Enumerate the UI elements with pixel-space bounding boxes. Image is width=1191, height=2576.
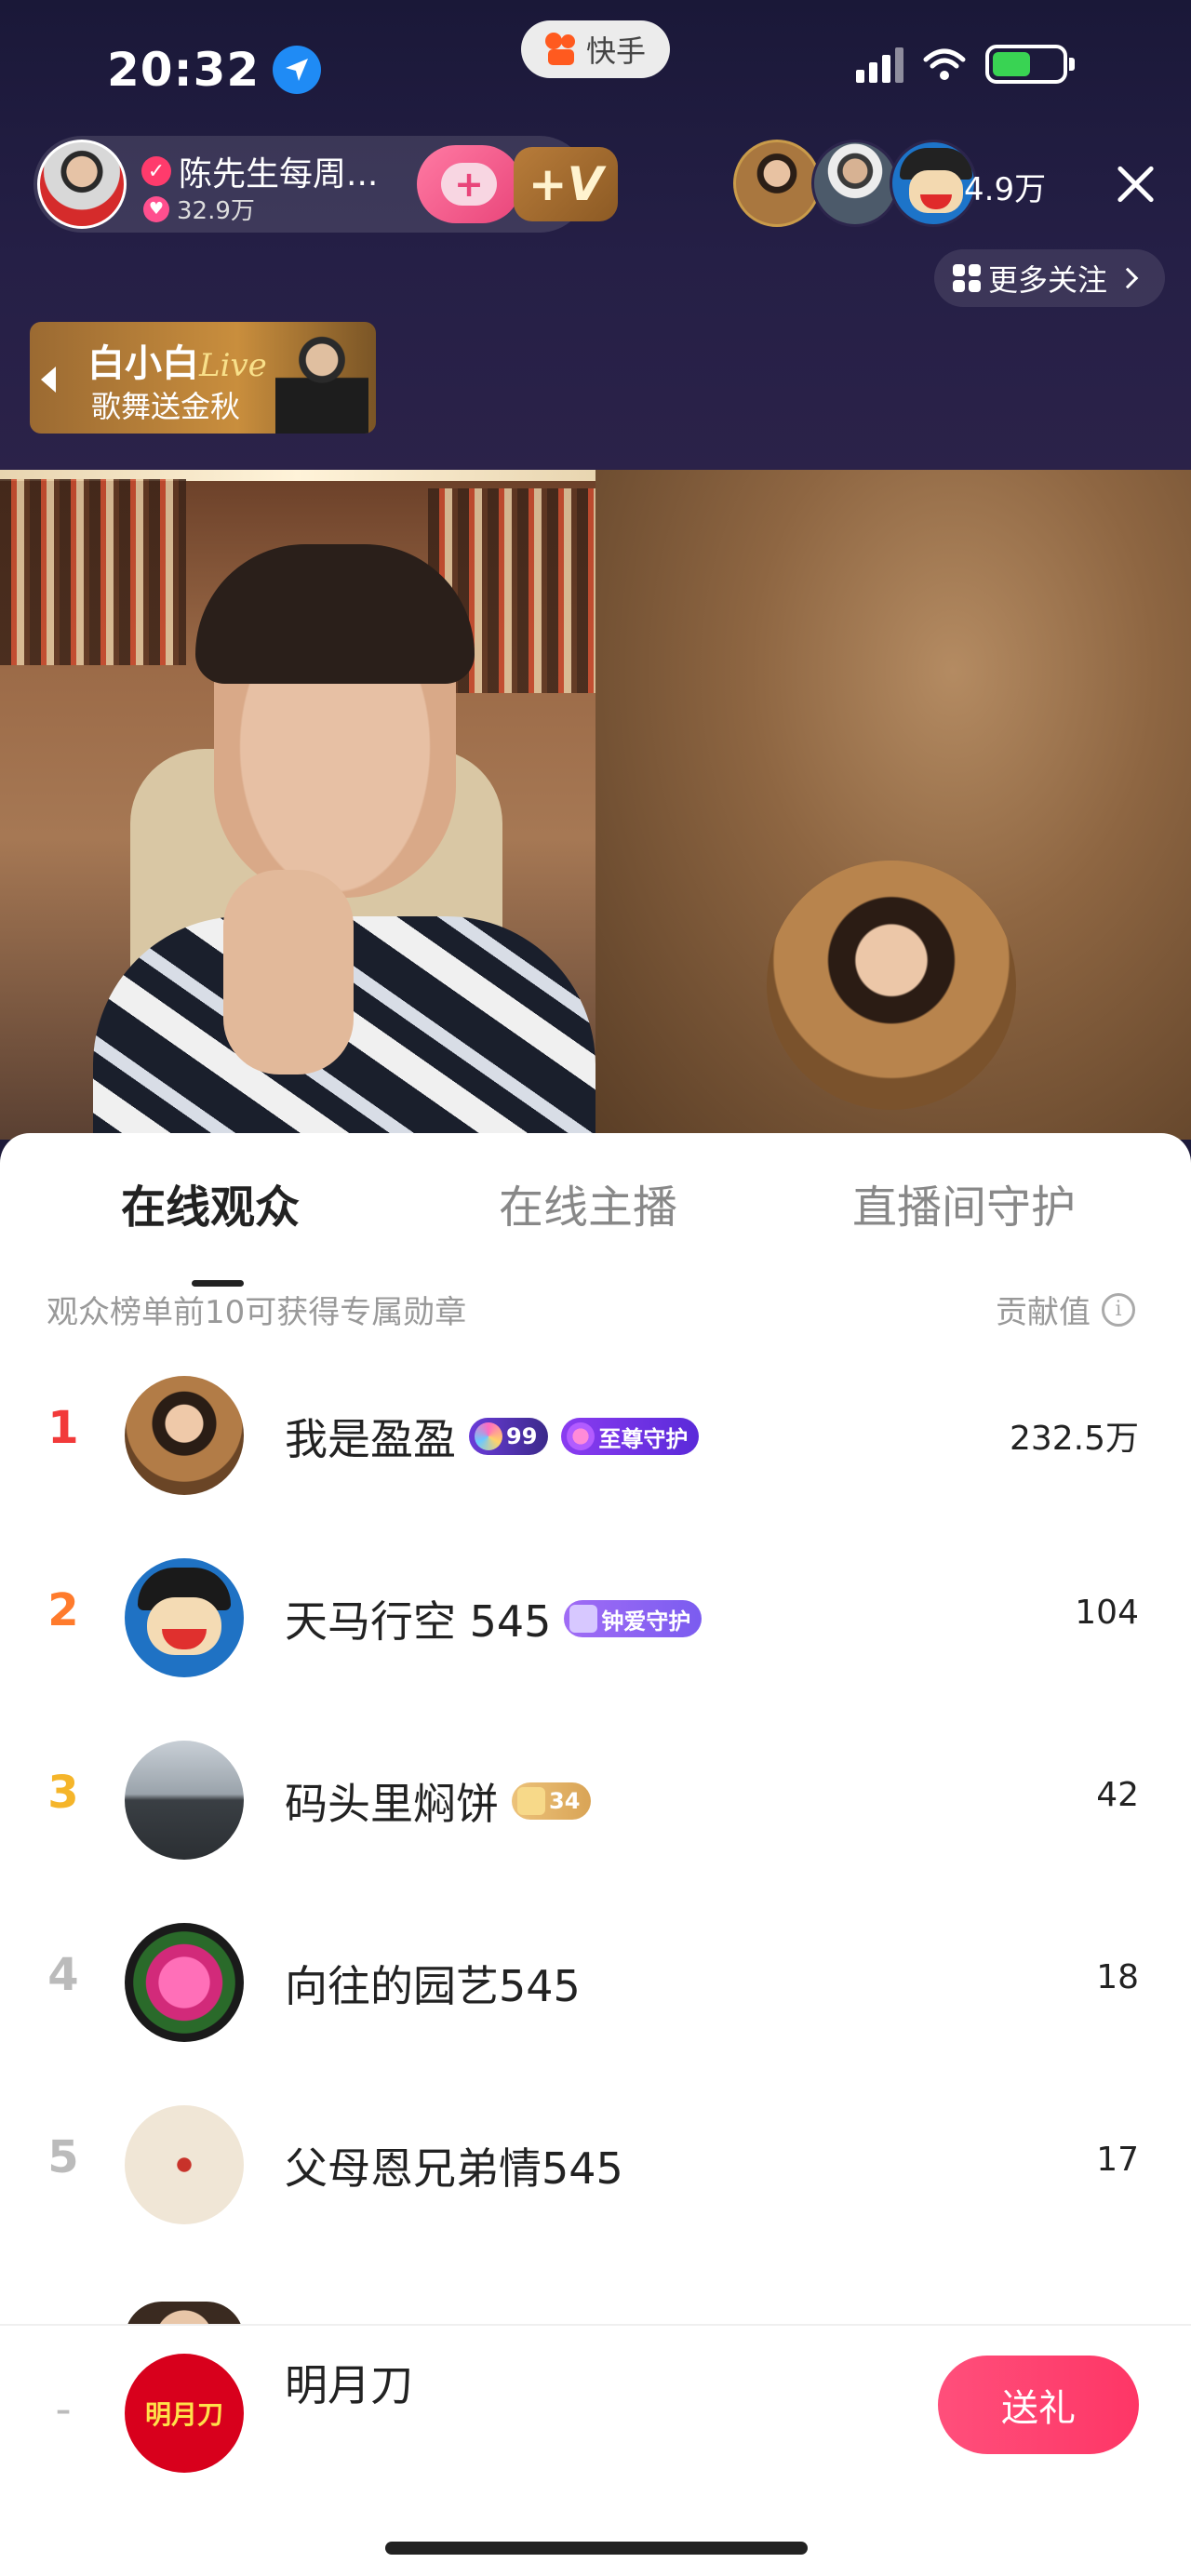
tab-online-audience[interactable]: 在线观众: [121, 1170, 300, 1235]
contribution-score: 42: [1096, 1776, 1139, 1814]
guardian-icon: [567, 1422, 596, 1450]
contribution-score: 104: [1075, 1594, 1139, 1632]
contribution-score: 18: [1096, 1958, 1139, 1996]
home-indicator[interactable]: [385, 2542, 808, 2555]
rank-number: 2: [47, 1584, 79, 1636]
username: 我是盈盈: [285, 1414, 456, 1464]
avatar[interactable]: [125, 1376, 244, 1495]
more-follow-button[interactable]: 更多关注: [934, 249, 1165, 307]
app-return-pill[interactable]: 快手: [521, 20, 670, 78]
caret-left-icon: [41, 367, 56, 393]
supreme-guardian-badge: 至尊守护: [561, 1418, 700, 1455]
list-item[interactable]: 3 码头里焖饼 34 42: [0, 1709, 1191, 1891]
tab-bar: 在线观众 在线主播 直播间守护: [0, 1170, 1191, 1287]
active-tab-indicator: [192, 1280, 244, 1287]
avatar[interactable]: [125, 1923, 244, 2042]
list-item[interactable]: 4 向往的园艺545 18: [0, 1891, 1191, 2074]
host-name: 陈先生每周...: [179, 155, 379, 194]
my-ranking-bar: - 明月刀 明月刀 送礼: [0, 2324, 1191, 2576]
viewer-avatar[interactable]: [811, 140, 899, 227]
send-gift-button[interactable]: 送礼: [938, 2356, 1139, 2454]
promo-banner[interactable]: 白小白Live 歌舞送金秋: [30, 322, 376, 434]
chevron-right-icon: [1117, 267, 1139, 289]
more-follow-label: 更多关注: [988, 262, 1108, 298]
my-avatar[interactable]: 明月刀: [125, 2354, 244, 2473]
my-username: 明月刀: [285, 2360, 413, 2410]
diamond-icon: [475, 1422, 502, 1450]
app-name: 快手: [585, 33, 646, 69]
host-video-feed[interactable]: [0, 470, 596, 1140]
contribution-score: 17: [1096, 2141, 1139, 2179]
guest-avatar[interactable]: [767, 861, 1016, 1110]
avatar[interactable]: [125, 1558, 244, 1677]
rank-number: 1: [47, 1402, 79, 1454]
wifi-icon: [923, 48, 966, 80]
host-info-pill[interactable]: ✓ 陈先生每周... ♥ 32.9万 + +V: [33, 136, 618, 233]
contribution-score: 232.5万: [1009, 1420, 1139, 1458]
box-icon: [517, 1787, 545, 1815]
battery-charging-icon: [985, 45, 1075, 84]
rank-number: 3: [47, 1767, 79, 1819]
kuaishou-logo-icon: [544, 33, 579, 66]
host-likes-count: 32.9万: [177, 197, 255, 225]
username: 父母恩兄弟情545: [285, 2143, 623, 2194]
cellular-signal-icon: [856, 46, 903, 83]
live-header: 20:32 快手 ✓ 陈先生每周... ♥ 32.9万 + +V 4.9万 更多…: [0, 0, 1191, 470]
my-rank: -: [55, 2383, 72, 2436]
viewer-count[interactable]: 4.9万: [964, 164, 1046, 209]
avatar[interactable]: [125, 1741, 244, 1860]
shield-icon: [569, 1605, 598, 1633]
system-icons: [856, 45, 1075, 84]
username: 天马行空 545: [285, 1596, 552, 1647]
verified-check-icon: ✓: [141, 156, 171, 186]
contribution-header[interactable]: 贡献值 i: [996, 1287, 1135, 1332]
clock: 20:32: [107, 43, 261, 97]
close-icon[interactable]: [1107, 156, 1163, 212]
plus-v-button[interactable]: +V: [514, 147, 618, 221]
guest-video-feed[interactable]: [596, 470, 1191, 1140]
follow-button[interactable]: +: [417, 145, 521, 223]
list-item[interactable]: 1 我是盈盈 99 至尊守护 232.5万: [0, 1344, 1191, 1527]
grid-icon: [953, 264, 981, 292]
heart-icon: ♥: [143, 195, 169, 222]
tab-room-guardians[interactable]: 直播间守护: [852, 1170, 1076, 1235]
promo-title-script: Live: [199, 347, 267, 384]
contribution-label: 贡献值: [996, 1294, 1091, 1331]
avatar[interactable]: [125, 2105, 244, 2224]
list-item[interactable]: 5 父母恩兄弟情545 17: [0, 2074, 1191, 2256]
host-avatar[interactable]: [37, 140, 127, 229]
rank-number: 4: [47, 1949, 79, 2001]
fan-level-badge: 34: [512, 1782, 592, 1820]
plus-icon: +: [441, 163, 497, 206]
promo-portrait: [275, 331, 368, 434]
live-video[interactable]: [0, 470, 1191, 1140]
info-icon[interactable]: i: [1102, 1292, 1135, 1327]
tab-online-hosts[interactable]: 在线主播: [499, 1170, 677, 1235]
username: 码头里焖饼: [285, 1779, 499, 1829]
rank-number: 5: [47, 2131, 79, 2183]
viewer-avatar[interactable]: [733, 140, 821, 227]
list-item[interactable]: 2 天马行空 545 钟爱守护 104: [0, 1527, 1191, 1709]
promo-title: 白小白: [87, 342, 199, 385]
fond-guardian-badge: 钟爱守护: [564, 1600, 703, 1637]
promo-subtitle: 歌舞送金秋: [91, 389, 241, 424]
username: 向往的园艺545: [285, 1961, 581, 2011]
location-arrow-icon: [273, 46, 322, 94]
status-bar: 20:32: [107, 37, 322, 102]
level-badge: 99: [469, 1418, 549, 1455]
ranking-hint: 观众榜单前10可获得专属勋章: [47, 1294, 467, 1331]
